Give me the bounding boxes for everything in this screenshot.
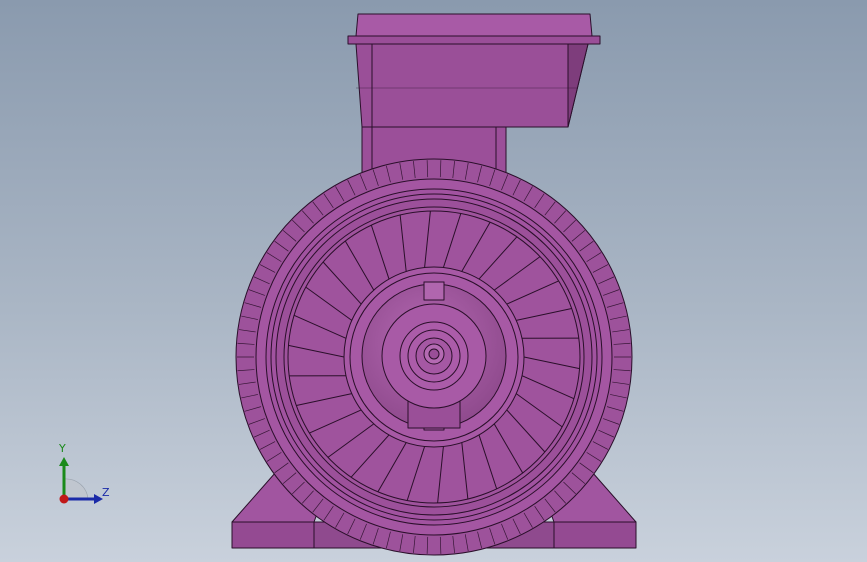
motor-model[interactable] — [0, 0, 867, 562]
triad-y-label: Y — [59, 442, 66, 455]
triad-z-label: Z — [102, 486, 110, 499]
shaft-hub — [361, 281, 507, 431]
x-axis-icon — [59, 494, 69, 504]
terminal-box — [347, 13, 601, 128]
graphics-viewport[interactable]: Y Z — [0, 0, 867, 562]
